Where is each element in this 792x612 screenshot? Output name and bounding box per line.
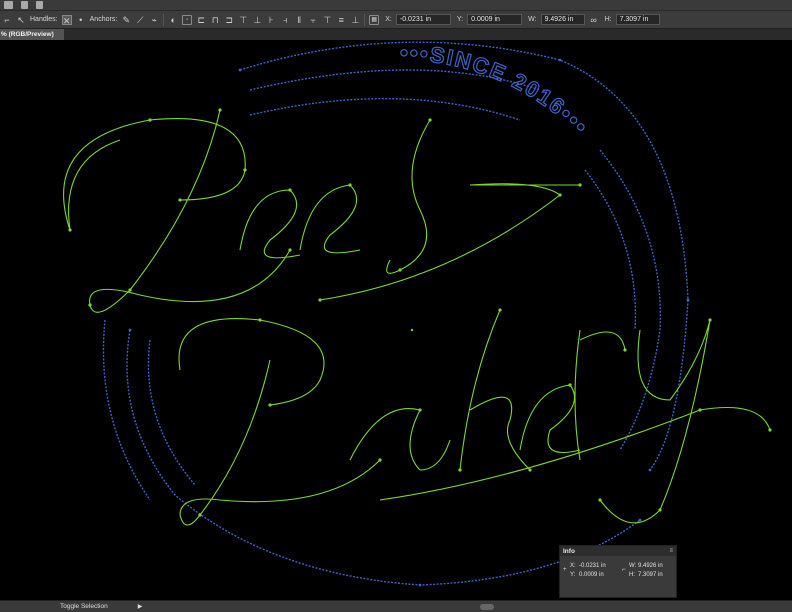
inner-ring-arc xyxy=(249,97,521,121)
since-text: •••SINCE 2016••• xyxy=(400,40,594,140)
letter-k xyxy=(459,309,531,471)
artboard-canvas[interactable]: •••SINCE 2016••• xyxy=(0,39,792,600)
outer-ring-arc xyxy=(239,41,689,471)
info-y-label: Y: xyxy=(570,572,576,578)
info-w-value: 9.4926 in xyxy=(638,563,663,569)
info-panel-header[interactable]: Info ≡ xyxy=(560,546,676,556)
info-x-label: X: xyxy=(570,563,576,569)
letter-e-3 xyxy=(519,384,581,454)
info-panel-title: Info xyxy=(563,547,575,555)
info-w-label: W: xyxy=(629,563,637,569)
letter-big-b xyxy=(178,318,325,406)
right-ring-arc-2 xyxy=(584,169,637,331)
flourish-top xyxy=(68,139,121,231)
info-panel[interactable]: Info ≡ + X: -0.0231 in Y: 0.0009 in ⌐ W:… xyxy=(559,545,677,598)
ring-paths xyxy=(102,41,689,586)
letter-e-1 xyxy=(239,189,301,259)
info-y-value: 0.0009 in xyxy=(579,572,604,578)
lettering-paths xyxy=(63,109,771,526)
logo-artwork: •••SINCE 2016••• xyxy=(63,39,772,587)
status-label[interactable]: Toggle Selection xyxy=(60,603,108,610)
bees-swash xyxy=(319,183,580,301)
letter-b-stroke xyxy=(63,118,246,231)
letter-e-2 xyxy=(299,184,361,254)
info-x-value: -0.0231 in xyxy=(579,563,606,569)
left-ring-arc-3 xyxy=(102,319,151,501)
size-bracket-icon: ⌐ xyxy=(622,567,626,573)
bakery-swash xyxy=(379,407,771,501)
status-bar: Toggle Selection ▶ xyxy=(0,600,792,612)
info-h-value: 7.3097 in xyxy=(638,572,663,578)
letter-s xyxy=(386,119,431,274)
left-ring-arc-2 xyxy=(147,339,196,486)
letter-y xyxy=(599,319,711,524)
letter-big-b-stem xyxy=(179,359,381,526)
horizontal-scroll-thumb[interactable] xyxy=(480,604,494,610)
letter-a xyxy=(349,408,451,471)
info-h-label: H: xyxy=(629,572,635,578)
status-arrow-icon[interactable]: ▶ xyxy=(138,603,143,610)
crosshair-icon: + xyxy=(563,567,567,573)
panel-menu-icon[interactable]: ≡ xyxy=(669,548,673,554)
right-ring-arc xyxy=(599,149,662,451)
